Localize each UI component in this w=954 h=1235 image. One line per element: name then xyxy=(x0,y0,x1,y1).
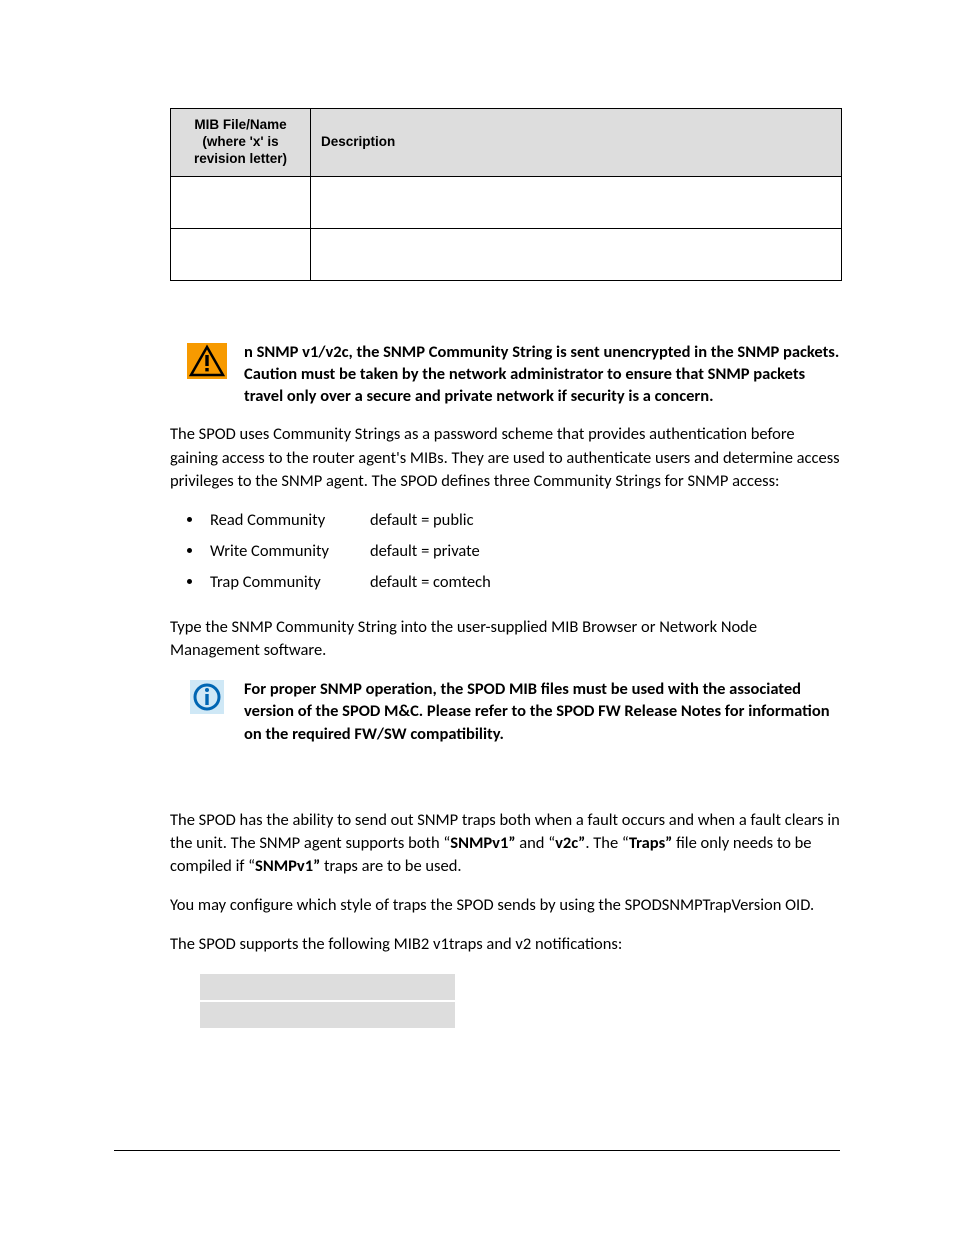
traps-paragraph-3: The SPOD supports the following MIB2 v1t… xyxy=(170,933,842,956)
community-default: default = comtech xyxy=(370,571,491,594)
trap-list-placeholder xyxy=(200,974,455,1028)
community-label: Write Community xyxy=(210,540,370,563)
community-strings-list: Read Community default = public Write Co… xyxy=(204,509,842,594)
traps-paragraph-2: You may configure which style of traps t… xyxy=(170,894,842,917)
traps-paragraph-1: The SPOD has the ability to send out SNM… xyxy=(170,809,842,878)
warning-text: n SNMP v1/v2c, the SNMP Community String… xyxy=(244,341,842,408)
placeholder-bar xyxy=(200,1002,455,1028)
warning-callout: n SNMP v1/v2c, the SNMP Community String… xyxy=(170,341,842,408)
mib-table-header-name: MIB File/Name (where 'x' is revision let… xyxy=(171,109,311,177)
list-item: Write Community default = private xyxy=(204,540,842,563)
warning-icon xyxy=(187,343,227,379)
community-label: Trap Community xyxy=(210,571,370,594)
community-default: default = private xyxy=(370,540,480,563)
mib-file-table: MIB File/Name (where 'x' is revision let… xyxy=(170,108,842,281)
table-row xyxy=(171,176,842,228)
community-label: Read Community xyxy=(210,509,370,532)
type-instruction-paragraph: Type the SNMP Community String into the … xyxy=(170,616,842,662)
community-default: default = public xyxy=(370,509,474,532)
footer-rule xyxy=(114,1150,840,1151)
list-item: Read Community default = public xyxy=(204,509,842,532)
info-icon xyxy=(190,680,224,714)
list-item: Trap Community default = comtech xyxy=(204,571,842,594)
placeholder-bar xyxy=(200,974,455,1000)
mib-table-header-desc: Description xyxy=(311,109,842,177)
table-row xyxy=(171,228,842,280)
info-text: For proper SNMP operation, the SPOD MIB … xyxy=(244,678,842,745)
community-intro-paragraph: The SPOD uses Community Strings as a pas… xyxy=(170,423,842,492)
info-callout: For proper SNMP operation, the SPOD MIB … xyxy=(170,678,842,745)
